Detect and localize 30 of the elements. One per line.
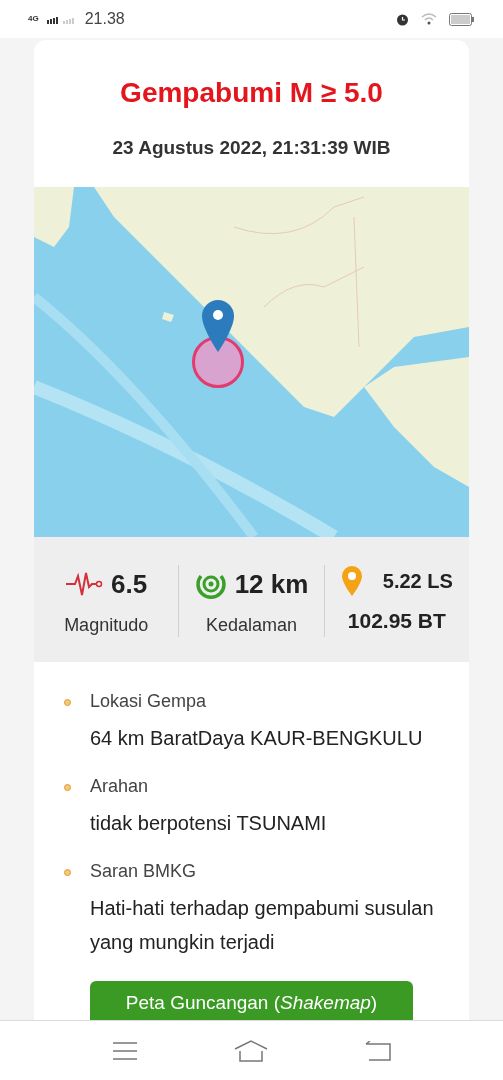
detail-label: Saran BMKG	[90, 859, 198, 883]
shakemap-button[interactable]: Peta Guncangan (Shakemap)	[90, 980, 413, 1020]
detail-text: 64 km BaratDaya KAUR-BENGKULU	[90, 725, 423, 751]
card-title: Gempabumi M ≥ 5.0	[119, 76, 384, 110]
wifi-icon	[421, 13, 437, 25]
stat-label: 102.95 BT	[347, 607, 446, 634]
seismograph-icon	[65, 571, 104, 597]
back-icon[interactable]	[364, 1040, 391, 1061]
detail-label: Lokasi Gempa	[90, 689, 208, 713]
date-time: 23 Agustus 2022, 21:31:39 WIB	[111, 136, 392, 160]
stat-label: Kedalaman	[205, 613, 298, 637]
map-pin-icon	[201, 298, 235, 353]
map-pin-icon	[340, 564, 363, 597]
bullet-icon	[64, 783, 71, 791]
clock-time: 21.38	[84, 9, 125, 29]
stat-value: 5.22 LS	[382, 568, 453, 594]
bullet-icon	[64, 698, 71, 706]
bullet-icon	[64, 868, 71, 876]
detail-text: Hati-hati terhadap gempabumi susulan yang mungkin terjadi	[90, 895, 435, 955]
alarm-icon	[396, 12, 409, 26]
network-type: 4G	[28, 15, 39, 23]
stat-value: 12 km	[234, 567, 309, 601]
home-icon[interactable]	[233, 1039, 268, 1062]
detail-text: tidak berpotensi TSUNAMI	[90, 810, 327, 836]
stat-value: 6.5	[111, 567, 148, 601]
detail-label: Arahan	[90, 774, 150, 798]
stat-label: Magnitudo	[64, 613, 149, 637]
signal-icon	[46, 14, 77, 24]
menu-icon[interactable]	[112, 1041, 137, 1060]
battery-icon	[449, 12, 475, 26]
